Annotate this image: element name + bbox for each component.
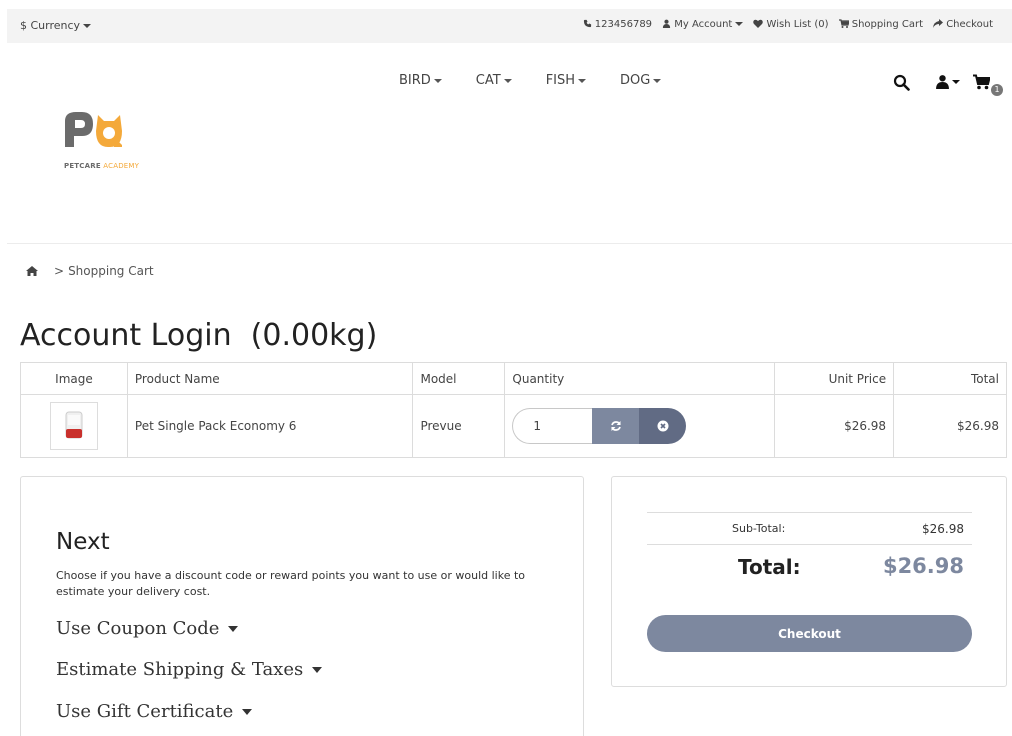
header-quantity: Quantity (504, 362, 776, 395)
top-bar: $ Currency 123456789 My Account Wish Lis… (7, 9, 1012, 43)
use-gift-certificate-toggle[interactable]: Use Gift Certificate (56, 701, 252, 722)
total-label: Total: (738, 555, 801, 579)
product-model: Prevue (412, 394, 506, 458)
product-image (65, 411, 83, 439)
table-row: Pet Single Pack Economy 6 Prevue $26.98 … (20, 394, 1007, 458)
page-title: Account Login (0.00kg) (20, 318, 378, 353)
header-product-name: Product Name (126, 362, 414, 395)
currency-dropdown[interactable]: $ Currency (20, 19, 92, 32)
row-total: $26.98 (893, 394, 1007, 458)
phone-icon (583, 19, 591, 28)
breadcrumb-current[interactable]: Shopping Cart (68, 264, 154, 278)
header-unit-price: Unit Price (774, 362, 895, 395)
logo-text-petcare: PETCARE (64, 162, 101, 170)
share-icon (933, 19, 944, 28)
divider (647, 512, 972, 513)
subtotal-value: $26.98 (922, 522, 964, 536)
quantity-group (512, 408, 687, 444)
next-panel: Next Choose if you have a discount code … (20, 476, 584, 736)
checkout-label: Checkout (946, 19, 993, 30)
user-icon (662, 19, 671, 28)
nav-label: CAT (475, 73, 501, 88)
table-header-row: Image Product Name Model Quantity Unit P… (20, 362, 1007, 395)
heart-icon (753, 19, 764, 28)
wish-list-link[interactable]: Wish List (0) (753, 19, 829, 30)
my-account-label: My Account (674, 19, 733, 30)
cart-icon (838, 19, 850, 28)
quantity-input[interactable] (512, 408, 593, 444)
estimate-shipping-label: Estimate Shipping & Taxes (56, 659, 304, 680)
breadcrumb: > Shopping Cart (26, 264, 154, 278)
subtotal-label: Sub-Total: (732, 522, 786, 535)
top-links: 123456789 My Account Wish List (0) Shopp… (583, 19, 993, 30)
currency-label: $ Currency (20, 19, 81, 32)
phone-number: 123456789 (594, 19, 653, 30)
nav-label: DOG (620, 73, 651, 88)
header-image: Image (20, 362, 128, 395)
nav-label: FISH (545, 73, 576, 88)
total-value: $26.98 (882, 554, 964, 578)
chevron-down-icon (242, 709, 252, 715)
close-circle-icon (657, 420, 669, 432)
product-image-cell (20, 394, 128, 458)
checkout-button[interactable]: Checkout (647, 615, 972, 652)
nav-item-bird[interactable]: BIRD (399, 73, 442, 88)
header-divider (7, 243, 1012, 244)
account-menu-button[interactable] (936, 74, 960, 89)
header-total: Total (893, 362, 1007, 395)
chevron-down-icon (503, 78, 512, 83)
remove-item-button[interactable] (639, 408, 687, 444)
user-icon (936, 75, 949, 89)
chevron-down-icon (653, 78, 662, 83)
chevron-down-icon (228, 626, 239, 632)
chevron-down-icon (735, 22, 744, 26)
product-thumbnail[interactable] (49, 402, 98, 450)
shopping-cart-link[interactable]: Shopping Cart (838, 19, 924, 30)
nav-item-cat[interactable]: CAT (476, 73, 512, 88)
nav-item-dog[interactable]: DOG (620, 73, 662, 88)
home-icon[interactable] (26, 266, 38, 276)
nav-item-fish[interactable]: FISH (545, 73, 587, 88)
update-quantity-button[interactable] (592, 408, 640, 444)
main-nav: BIRD CAT FISH DOG (399, 73, 695, 88)
breadcrumb-separator: > (54, 264, 65, 278)
next-title: Next (56, 529, 110, 555)
shopping-cart-label: Shopping Cart (851, 19, 924, 30)
chevron-down-icon (83, 24, 92, 28)
cart-count-badge: 1 (991, 84, 1003, 96)
use-coupon-code-toggle[interactable]: Use Coupon Code (56, 618, 239, 639)
product-name[interactable]: Pet Single Pack Economy 6 (126, 394, 414, 458)
logo-text-academy: ACADEMY (103, 162, 140, 170)
logo-text: PETCARE ACADEMY (64, 162, 139, 170)
use-gift-certificate-label: Use Gift Certificate (56, 701, 234, 722)
chevron-down-icon (952, 79, 960, 84)
totals-panel: Sub-Total: $26.98 Total: $26.98 Checkout (611, 476, 1007, 687)
chevron-down-icon (578, 78, 587, 83)
unit-price: $26.98 (774, 394, 895, 458)
my-account-dropdown[interactable]: My Account (662, 19, 744, 30)
phone-link[interactable]: 123456789 (583, 19, 652, 30)
checkout-link[interactable]: Checkout (933, 19, 993, 30)
chevron-down-icon (433, 78, 442, 83)
cart-icon[interactable] (973, 74, 990, 90)
chevron-down-icon (311, 667, 322, 673)
search-icon[interactable] (893, 74, 910, 91)
refresh-icon (611, 421, 621, 431)
use-coupon-code-label: Use Coupon Code (56, 618, 220, 639)
next-description: Choose if you have a discount code or re… (56, 569, 526, 598)
wish-list-label: Wish List (0) (766, 19, 829, 30)
quantity-cell (504, 394, 776, 458)
nav-label: BIRD (399, 73, 431, 88)
divider (647, 544, 972, 545)
estimate-shipping-toggle[interactable]: Estimate Shipping & Taxes (56, 659, 322, 680)
header-model: Model (412, 362, 506, 395)
cart-table: Image Product Name Model Quantity Unit P… (20, 362, 1007, 458)
